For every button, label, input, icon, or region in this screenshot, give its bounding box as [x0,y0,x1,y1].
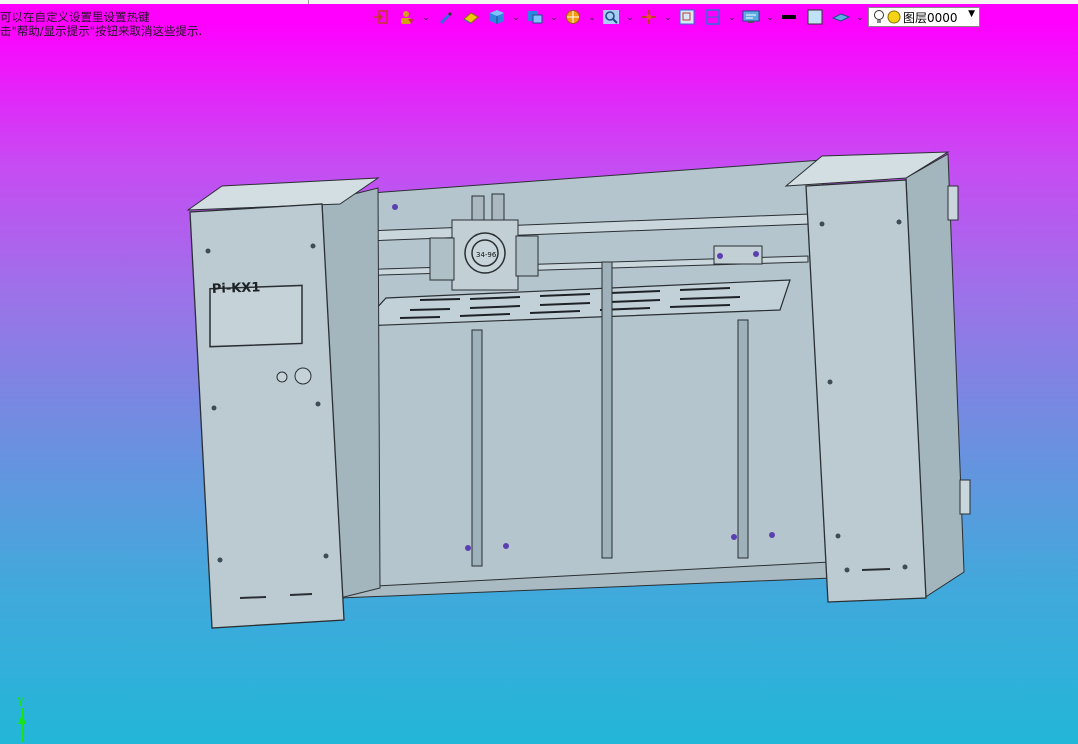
hinge-top [947,185,959,221]
z-rod-left [471,329,483,567]
left-control-panel [189,203,345,629]
z-rod-center [601,261,613,559]
y-axis-label: Y [16,695,25,709]
hinge-bottom [959,479,971,515]
model-viewport[interactable]: 34-96 Pi-KX1 [0,0,1078,744]
reset-button [276,371,288,383]
fan-label: 34-96 [476,251,497,259]
nameplate-text: Pi-KX1 [212,280,261,297]
axis-triad: Y [16,695,26,742]
vent-slots-right [861,568,891,571]
z-rod-right [737,319,749,559]
power-knob [294,367,312,385]
y-axis-arrow-icon [18,714,26,724]
